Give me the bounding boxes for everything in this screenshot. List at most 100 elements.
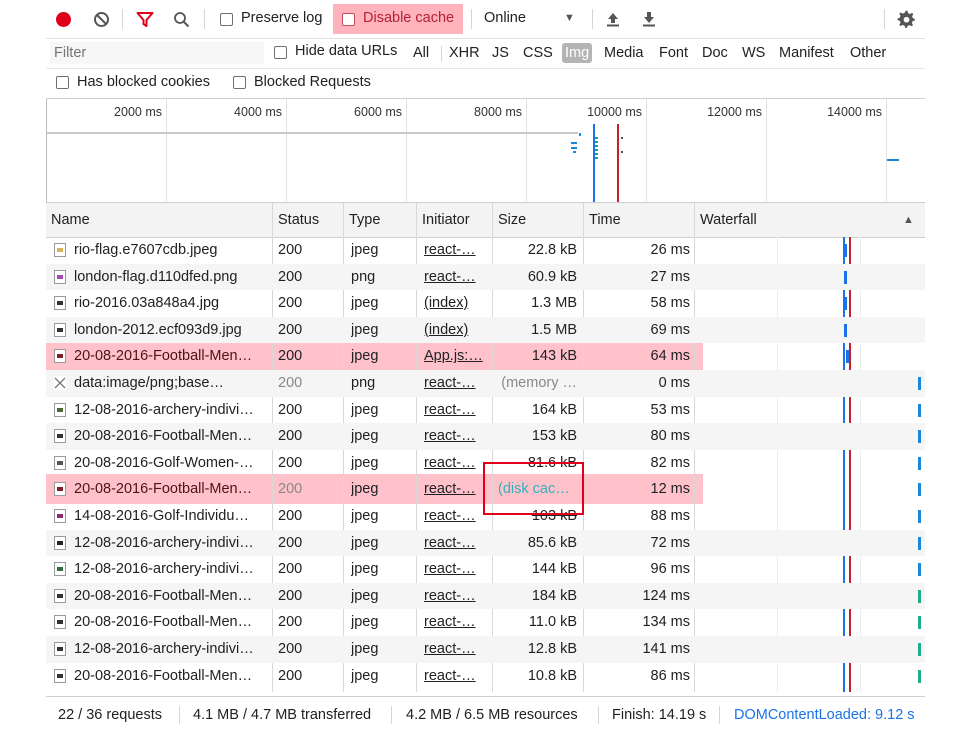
filter-type-all[interactable]: All — [410, 43, 432, 63]
request-size: 184 kB — [531, 587, 577, 604]
request-status: 200 — [278, 508, 303, 524]
table-row[interactable]: 20-08-2016-Football-Men… 200 jpeg react-… 15… — [46, 423, 925, 450]
table-row[interactable]: 12-08-2016-archery-indivi… 200 jpeg react-…… — [46, 556, 925, 583]
preserve-log-label: Preserve log — [241, 10, 323, 26]
has-blocked-cookies-label: Has blocked cookies — [77, 74, 210, 90]
timeline-tick-label: 6000 ms — [354, 105, 402, 119]
request-size: 144 kB — [531, 561, 577, 578]
filter-input[interactable] — [50, 42, 264, 64]
table-row[interactable]: london-flag.d110dfed.png 200 png react-… 60.… — [46, 263, 925, 291]
filter-type-other[interactable]: Other — [847, 43, 889, 63]
request-initiator[interactable]: react-… — [424, 264, 494, 291]
request-size: 1.5 MB — [531, 321, 577, 338]
request-time: 72 ms — [650, 534, 691, 551]
filter-icon — [136, 11, 154, 27]
resources-size: 4.2 MB / 6.5 MB resources — [406, 707, 578, 723]
request-size: (memory … — [501, 375, 577, 391]
table-row[interactable]: 20-08-2016-Football-Men… 200 jpeg react-… 11… — [46, 609, 925, 636]
table-row[interactable]: rio-2016.03a848a4.jpg 200 jpeg (index) 1.3 M… — [46, 290, 925, 317]
network-settings-button[interactable] — [895, 9, 917, 29]
overview-late-bar — [887, 159, 899, 161]
table-row[interactable]: 12-08-2016-archery-indivi… 200 jpeg react-…… — [46, 529, 925, 557]
request-type: jpeg — [351, 242, 379, 258]
column-header-initiator[interactable]: Initiator — [417, 203, 470, 237]
disable-cache-checkbox[interactable] — [342, 13, 355, 26]
blocked-requests-label: Blocked Requests — [254, 74, 371, 90]
waterfall-bar — [918, 377, 921, 390]
request-time: 96 ms — [650, 561, 691, 578]
timeline-tick-label: 14000 ms — [827, 105, 882, 119]
table-row[interactable]: london-2012.ecf093d9.jpg 200 jpeg (index) 1.… — [46, 316, 925, 344]
request-initiator[interactable]: react-… — [424, 530, 494, 557]
filter-type-xhr[interactable]: XHR — [446, 43, 483, 63]
status-bar: 22 / 36 requests 4.1 MB / 4.7 MB transfe… — [46, 696, 925, 733]
waterfall-bar — [844, 323, 847, 337]
column-header-type[interactable]: Type — [344, 203, 380, 237]
preserve-log-checkbox[interactable] — [220, 13, 233, 26]
request-initiator[interactable]: react-… — [424, 370, 494, 397]
request-time: 82 ms — [650, 454, 691, 471]
import-har-button[interactable] — [604, 10, 622, 28]
waterfall-bar — [918, 456, 921, 470]
hide-data-urls-checkbox[interactable] — [274, 46, 287, 59]
request-initiator[interactable]: react-… — [424, 636, 494, 663]
request-size: 153 kB — [531, 428, 577, 445]
request-time: 27 ms — [650, 268, 691, 285]
request-initiator[interactable]: react-… — [424, 609, 494, 636]
sort-ascending-icon[interactable]: ▲ — [898, 203, 914, 237]
filter-type-doc[interactable]: Doc — [699, 43, 731, 63]
overview-request-bars — [571, 129, 631, 169]
filter-type-js[interactable]: JS — [489, 43, 512, 63]
chevron-down-icon: ▼ — [564, 12, 575, 24]
table-row[interactable]: 20-08-2016-Football-Men… 200 jpeg react-… 10… — [46, 663, 925, 690]
search-button[interactable] — [172, 10, 190, 28]
request-name: 14-08-2016-Golf-Individu… — [74, 508, 249, 524]
table-row[interactable]: 12-08-2016-archery-indivi… 200 jpeg react-…… — [46, 397, 925, 424]
request-name: 20-08-2016-Football-Men… — [74, 587, 253, 604]
request-initiator[interactable]: App.js:… — [424, 343, 494, 370]
request-initiator[interactable]: (index) — [424, 317, 494, 344]
column-header-time[interactable]: Time — [584, 203, 621, 237]
request-initiator[interactable]: (index) — [424, 290, 494, 317]
column-header-waterfall[interactable]: Waterfall — [695, 203, 757, 237]
request-initiator[interactable]: react-… — [424, 583, 494, 610]
clear-button[interactable] — [92, 10, 110, 28]
table-row[interactable]: rio-flag.e7607cdb.jpeg 200 jpeg react-… 22.8… — [46, 237, 925, 264]
request-initiator[interactable]: react-… — [424, 397, 494, 424]
filter-type-css[interactable]: CSS — [520, 43, 556, 63]
record-button[interactable] — [54, 10, 72, 28]
disable-cache-label: Disable cache — [363, 10, 455, 26]
filter-type-media[interactable]: Media — [601, 43, 647, 63]
filter-button[interactable] — [135, 10, 155, 28]
request-initiator[interactable]: react-… — [424, 556, 494, 583]
request-type: jpeg — [351, 454, 379, 471]
waterfall-bar — [918, 536, 921, 550]
throttling-select[interactable]: Online ▼ — [478, 4, 582, 34]
filter-bar: Hide data URLs All XHR JS CSS Img Media … — [46, 38, 925, 69]
table-row[interactable]: 20-08-2016-Football-Men… 200 jpeg App.js:… 1… — [46, 343, 925, 370]
column-header-size[interactable]: Size — [493, 203, 526, 237]
filter-type-font[interactable]: Font — [656, 43, 691, 63]
timeline-overview[interactable]: 2000 ms 4000 ms 6000 ms 8000 ms 10000 ms… — [46, 99, 925, 203]
table-row[interactable]: 20-08-2016-Football-Men… 200 jpeg react-… 18… — [46, 582, 925, 610]
blocked-requests-checkbox[interactable] — [233, 76, 246, 89]
request-type: jpeg — [351, 481, 379, 498]
column-header-name[interactable]: Name — [46, 203, 90, 237]
request-type: jpeg — [351, 641, 379, 657]
column-header-status[interactable]: Status — [273, 203, 319, 237]
has-blocked-cookies-checkbox[interactable] — [56, 76, 69, 89]
table-row[interactable]: 12-08-2016-archery-indivi… 200 jpeg react-…… — [46, 636, 925, 663]
filter-type-manifest[interactable]: Manifest — [776, 43, 837, 63]
request-initiator[interactable]: react-… — [424, 237, 494, 264]
request-type: jpeg — [351, 321, 379, 338]
request-time: 12 ms — [650, 481, 691, 498]
request-status: 200 — [278, 321, 303, 338]
request-initiator[interactable]: react-… — [424, 423, 494, 450]
filter-type-img[interactable]: Img — [562, 43, 593, 63]
request-type: png — [351, 268, 376, 285]
export-har-button[interactable] — [640, 10, 658, 28]
table-row[interactable]: data:image/png;base… 200 png react-… (memory… — [46, 370, 925, 397]
request-initiator[interactable]: react-… — [424, 663, 494, 690]
filter-type-ws[interactable]: WS — [739, 43, 768, 63]
request-status: 200 — [278, 268, 303, 285]
